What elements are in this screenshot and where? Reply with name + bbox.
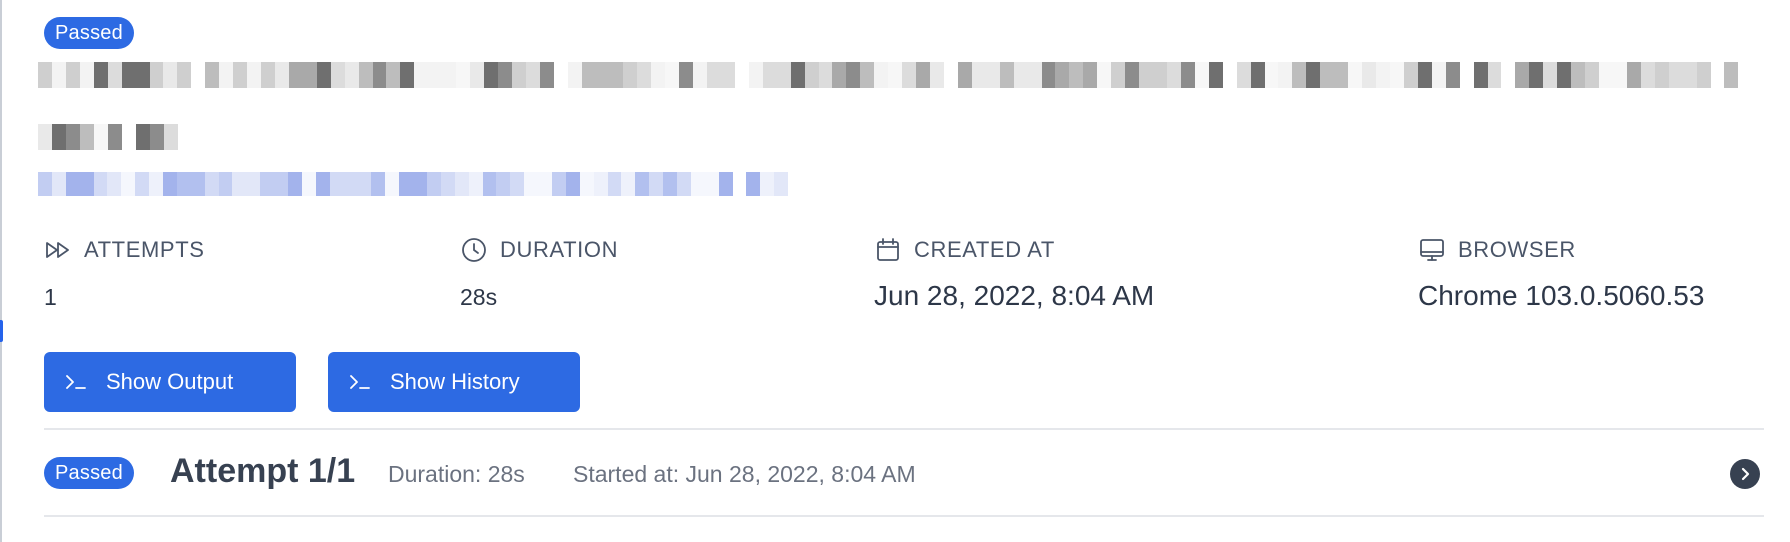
attempts-label: ATTEMPTS [84, 237, 205, 262]
test-title-redacted-continued [38, 124, 178, 150]
created-at-value: Jun 28, 2022, 8:04 AM [874, 280, 1155, 311]
attempt-started-at: Started at: Jun 28, 2022, 8:04 AM [573, 461, 916, 487]
show-history-button[interactable]: Show History [328, 352, 580, 412]
fast-forward-icon [46, 242, 69, 258]
test-title-redacted [38, 62, 1739, 88]
calendar-icon [877, 238, 899, 261]
test-detail-panel: Passed ATTEMPTS 1 DURATION 28s CREATED A… [0, 0, 1790, 542]
expand-attempt-button[interactable] [1730, 459, 1760, 489]
duration-value: 28s [460, 284, 498, 310]
browser-value: Chrome 103.0.5060.53 [1418, 280, 1705, 311]
attempt-status-badge: Passed [44, 457, 134, 489]
scroll-indicator [0, 320, 3, 342]
duration-label: DURATION [500, 237, 619, 262]
test-file-link-redacted[interactable] [38, 172, 789, 196]
show-output-label: Show Output [106, 369, 234, 394]
divider [44, 428, 1764, 430]
meta-browser: BROWSER Chrome 103.0.5060.53 [1418, 236, 1704, 312]
meta-created-at: CREATED AT Jun 28, 2022, 8:04 AM [874, 236, 1154, 312]
panel-left-border [0, 0, 2, 542]
chevron-right-icon [1741, 467, 1750, 481]
attempt-title: Attempt 1/1 [170, 452, 356, 490]
created-at-label: CREATED AT [914, 237, 1055, 262]
clock-icon [462, 238, 486, 262]
meta-attempts: ATTEMPTS 1 [44, 236, 205, 311]
browser-label: BROWSER [1458, 237, 1576, 262]
divider [44, 515, 1764, 517]
show-history-label: Show History [390, 369, 520, 394]
terminal-icon [350, 375, 370, 389]
meta-duration: DURATION 28s [460, 236, 618, 311]
attempt-duration: Duration: 28s [388, 461, 525, 487]
attempts-value: 1 [44, 284, 57, 310]
status-badge: Passed [44, 17, 134, 49]
show-output-button[interactable]: Show Output [44, 352, 296, 412]
monitor-icon [1420, 239, 1444, 261]
terminal-icon [66, 375, 86, 389]
